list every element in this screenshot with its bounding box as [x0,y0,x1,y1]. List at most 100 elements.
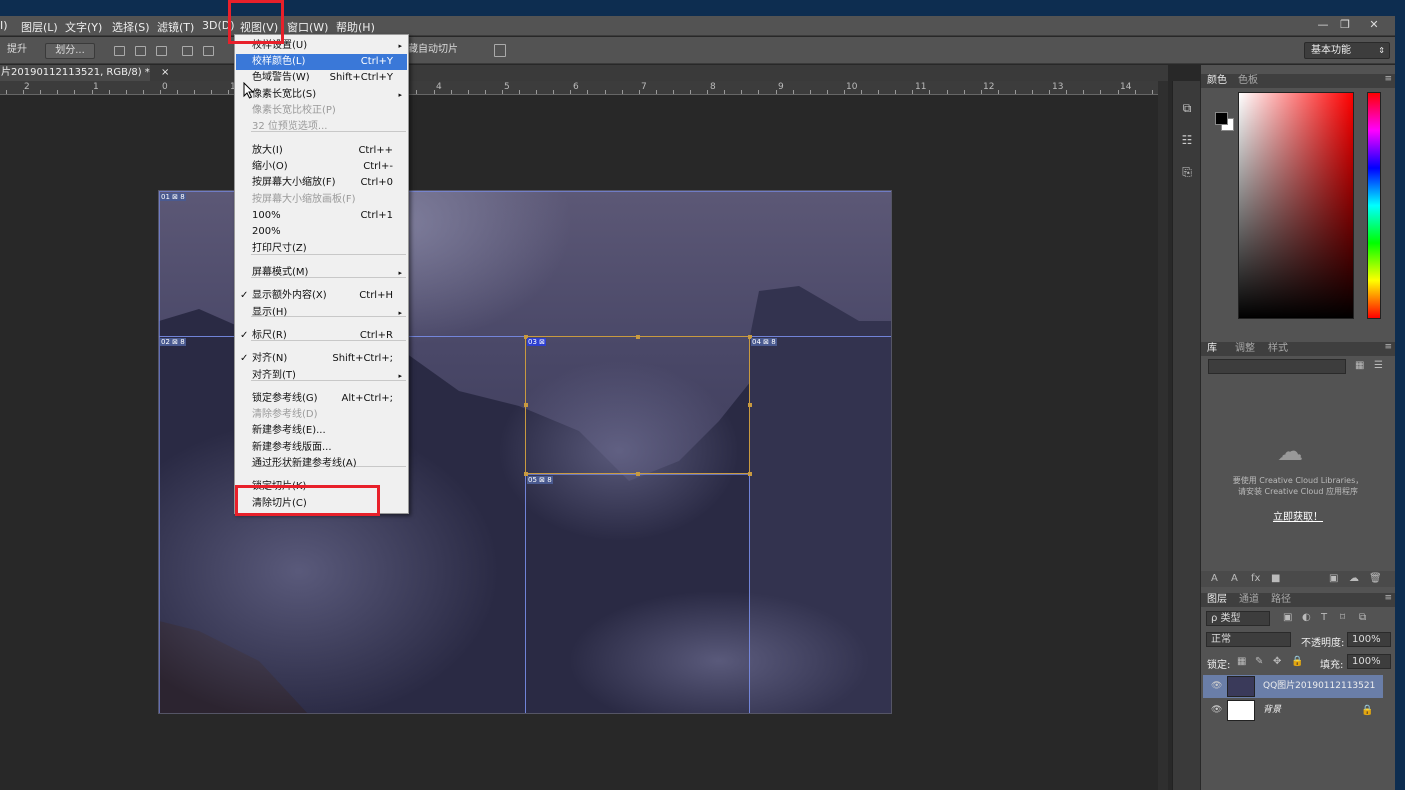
history-icon[interactable]: ⧉ [1179,101,1195,117]
view-menu-item[interactable]: 放大(I) Ctrl++ [236,143,407,159]
get-it-now-link[interactable]: 立即获取！ [1201,508,1395,523]
close-tab-icon[interactable]: × [161,67,169,78]
restore-button[interactable]: ❐ [1336,18,1354,32]
ruler-tick [502,90,503,94]
add-content-icon[interactable]: A [1211,573,1218,584]
filter-shape-icon[interactable]: ⌑ [1340,612,1345,623]
slice-options-icon[interactable] [494,44,506,57]
promote-button[interactable]: 提升 [3,43,31,59]
fill-input[interactable]: 100% [1347,654,1391,669]
swatch-icon[interactable]: ■ [1271,573,1280,584]
slice-handle[interactable] [748,472,752,476]
menu-item-shortcut: Ctrl+0 [360,177,393,188]
slice-handle[interactable] [524,403,528,407]
tab-adjustments[interactable]: 调整 [1235,342,1255,356]
add-text-icon[interactable]: A [1231,573,1238,584]
align-left-icon[interactable] [182,46,193,56]
checkmark-icon: ✓ [240,330,249,341]
view-menu-item[interactable]: 通过形状新建参考线(A) [236,456,407,472]
align-top-icon[interactable] [114,46,125,56]
menu-layer[interactable]: 图层(L) [21,19,58,35]
foreground-color-swatch[interactable] [1215,112,1228,125]
menu-select[interactable]: 选择(S) [112,19,150,35]
tab-color[interactable]: 颜色 [1207,74,1227,88]
panel-menu-icon[interactable]: ≡ [1384,593,1392,603]
slice-04[interactable] [749,336,891,713]
layer-filter-select[interactable]: ρ 类型 [1206,611,1270,626]
view-menu-item[interactable]: ✓ 显示额外内容(X) Ctrl+H [236,288,407,304]
slice-05[interactable] [525,474,750,713]
tab-paths[interactable]: 路径 [1271,593,1291,607]
ruler-tick [673,90,674,94]
panel-menu-icon[interactable]: ≡ [1384,74,1392,84]
lock-paint-icon[interactable]: ✎ [1255,656,1263,667]
slice-handle[interactable] [748,403,752,407]
view-menu-item[interactable]: ✓ 标尺(R) Ctrl+R [236,328,407,344]
minimize-button[interactable]: — [1314,18,1332,32]
stock-icon[interactable]: ▣ [1329,573,1338,584]
lock-move-icon[interactable]: ✥ [1273,656,1281,667]
visibility-eye-icon[interactable]: 👁 [1211,699,1222,722]
view-menu-item[interactable]: 打印尺寸(Z) [236,241,407,257]
tab-layers[interactable]: 图层 [1207,593,1227,607]
menu-window[interactable]: 窗口(W) [287,19,328,35]
list-view-icon[interactable]: ☰ [1374,360,1383,371]
view-menu-item[interactable]: ✓ 对齐(N) Shift+Ctrl+; [236,351,407,367]
workspace-select[interactable]: 基本功能 ⇕ [1304,42,1390,59]
view-menu-item[interactable]: 校样颜色(L) Ctrl+Y [236,54,407,70]
view-menu-item[interactable]: 新建参考线(E)... [236,423,407,439]
lock-transparent-icon[interactable]: ▦ [1237,656,1246,667]
filter-smart-icon[interactable]: ⧉ [1359,612,1366,623]
view-menu-item[interactable]: 缩小(O) Ctrl+- [236,159,407,175]
slice-handle[interactable] [636,472,640,476]
view-menu-item[interactable]: 显示(H) ▸ [236,305,407,321]
align-bottom-icon[interactable] [156,46,167,56]
layer-row-qq-image[interactable]: 👁 QQ图片20190112113521 [1203,675,1383,698]
view-menu-item[interactable]: 锁定参考线(G) Alt+Ctrl+; [236,391,407,407]
view-menu-item[interactable]: 对齐到(T) ▸ [236,368,407,384]
lock-all-icon[interactable]: 🔒 [1291,656,1303,667]
view-menu-item[interactable]: 色域警告(W) Shift+Ctrl+Y [236,70,407,86]
ruler-tick [878,90,879,94]
tab-swatches[interactable]: 色板 [1238,74,1258,88]
document-tab[interactable]: 片20190112113521, RGB/8) * × [0,65,169,81]
opacity-input[interactable]: 100% [1347,632,1391,647]
clone-source-icon[interactable]: ⎘ [1179,165,1195,181]
view-menu-item[interactable]: 100% Ctrl+1 [236,208,407,224]
view-menu-item[interactable]: 200% [236,224,407,240]
close-window-button[interactable]: ✕ [1365,18,1383,32]
view-menu-item[interactable]: 像素长宽比(S) ▸ [236,87,407,103]
tab-libraries[interactable]: 库 [1207,342,1217,356]
fx-icon[interactable]: fx [1251,573,1260,584]
menu-filter[interactable]: 滤镜(T) [157,19,194,35]
horizontal-ruler[interactable]: 2 1 0 1 2 3 4 5 6 7 8 9 10 11 12 13 14 [0,81,1158,95]
slice-handle[interactable] [636,335,640,339]
library-select[interactable] [1208,359,1346,374]
divide-slice-button[interactable]: 划分... [45,43,95,59]
align-vcenter-icon[interactable] [135,46,146,56]
vertical-scrollbar[interactable] [1158,81,1168,790]
color-picker-field[interactable] [1238,92,1354,319]
filter-text-icon[interactable]: T [1321,612,1327,623]
align-hcenter-icon[interactable] [203,46,214,56]
filter-pixel-icon[interactable]: ▣ [1283,612,1292,623]
menu-partial[interactable]: I) [0,19,8,32]
tab-styles[interactable]: 样式 [1268,342,1288,356]
slice-03-selected[interactable] [525,336,750,474]
view-menu-item[interactable]: 新建参考线版面... [236,440,407,456]
hue-slider[interactable] [1367,92,1381,319]
layer-row-background[interactable]: 👁 背景 🔒 [1203,699,1383,722]
blend-mode-select[interactable]: 正常 [1206,632,1291,647]
menu-help[interactable]: 帮助(H) [336,19,375,35]
filter-adjust-icon[interactable]: ◐ [1302,612,1311,623]
grid-view-icon[interactable]: ▦ [1355,360,1364,371]
view-menu-item[interactable]: 屏幕模式(M) ▸ [236,265,407,281]
sync-icon[interactable]: ☁ [1349,573,1359,584]
properties-icon[interactable]: ☷ [1179,133,1195,149]
panel-menu-icon[interactable]: ≡ [1384,342,1392,352]
visibility-eye-icon[interactable]: 👁 [1211,675,1222,698]
tab-channels[interactable]: 通道 [1239,593,1259,607]
view-menu-item[interactable]: 按屏幕大小缩放(F) Ctrl+0 [236,175,407,191]
menu-type[interactable]: 文字(Y) [65,19,102,35]
trash-icon[interactable]: 🗑 [1369,573,1382,584]
